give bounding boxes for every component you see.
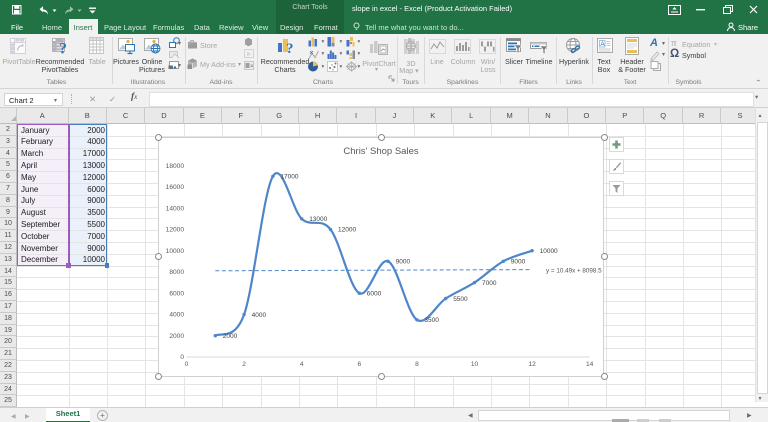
svg-text:5500: 5500 xyxy=(453,296,468,303)
svg-text:?: ? xyxy=(286,41,294,56)
svg-text:7000: 7000 xyxy=(482,280,497,287)
svg-text:8000: 8000 xyxy=(169,269,184,276)
svg-text:10: 10 xyxy=(471,361,479,368)
svg-text:4000: 4000 xyxy=(169,312,184,319)
svg-text:14: 14 xyxy=(586,361,594,368)
svg-text:Chris' Shop Sales: Chris' Shop Sales xyxy=(343,146,418,157)
svg-text:6000: 6000 xyxy=(169,290,184,297)
svg-text:y = 10.49x + 8098.5: y = 10.49x + 8098.5 xyxy=(546,268,602,275)
svg-text:9000: 9000 xyxy=(396,259,411,266)
svg-text:18000: 18000 xyxy=(166,163,185,170)
svg-text:?: ? xyxy=(59,41,67,57)
svg-text:2: 2 xyxy=(242,361,246,368)
svg-text:12000: 12000 xyxy=(166,227,185,234)
svg-text:9000: 9000 xyxy=(511,259,526,266)
svg-text:3500: 3500 xyxy=(424,317,439,324)
svg-text:12000: 12000 xyxy=(338,227,356,234)
svg-text:6: 6 xyxy=(357,361,361,368)
svg-text:2000: 2000 xyxy=(169,333,184,340)
svg-text:12: 12 xyxy=(528,361,536,368)
svg-text:A: A xyxy=(600,41,605,48)
svg-text:4: 4 xyxy=(300,361,304,368)
svg-text:A: A xyxy=(650,37,658,49)
svg-text:2000: 2000 xyxy=(223,333,238,340)
svg-text:4000: 4000 xyxy=(252,312,267,319)
svg-text:10000: 10000 xyxy=(166,248,185,255)
svg-text:16000: 16000 xyxy=(166,184,185,191)
svg-text:13000: 13000 xyxy=(309,216,327,223)
svg-text:14000: 14000 xyxy=(166,205,185,212)
svg-text:17000: 17000 xyxy=(280,174,298,181)
svg-text:8: 8 xyxy=(415,361,419,368)
svg-text:10000: 10000 xyxy=(540,248,558,255)
svg-text:6000: 6000 xyxy=(367,291,382,298)
svg-text:0: 0 xyxy=(185,361,189,368)
